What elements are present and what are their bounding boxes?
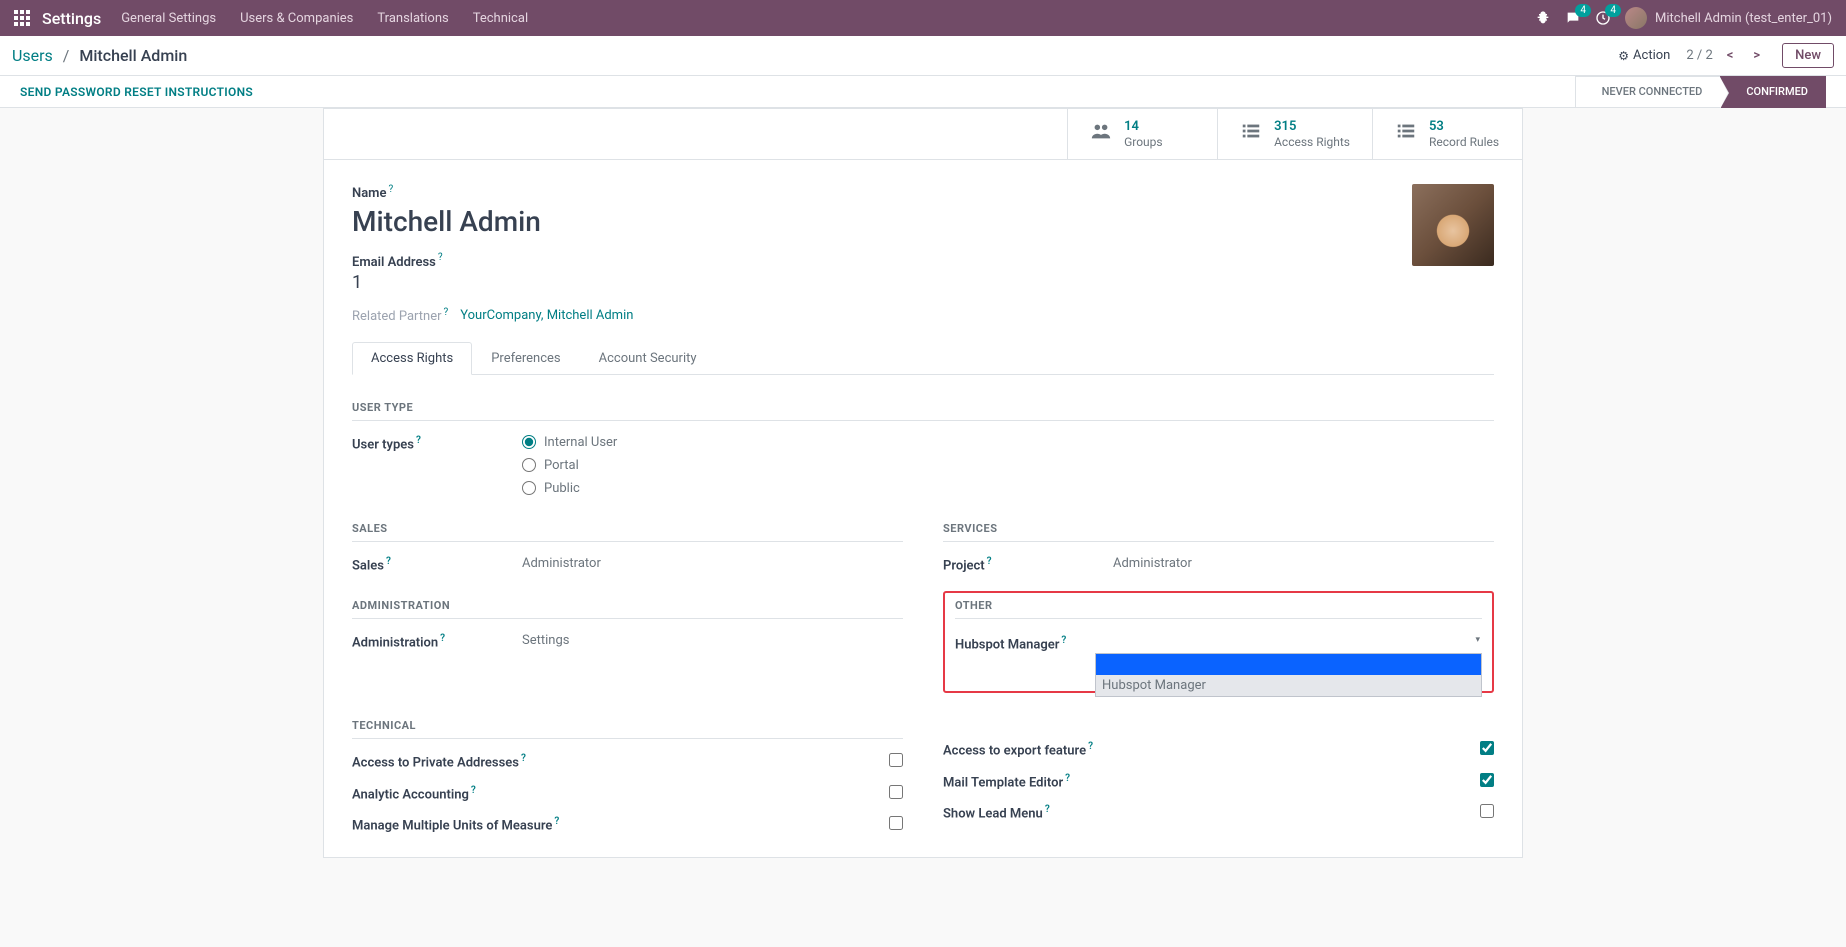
- tab-account-security[interactable]: Account Security: [580, 342, 716, 375]
- help-icon[interactable]: ?: [521, 753, 526, 764]
- help-icon[interactable]: ?: [1088, 741, 1093, 752]
- nav-translations[interactable]: Translations: [377, 11, 448, 26]
- help-icon[interactable]: ?: [438, 252, 443, 263]
- help-icon[interactable]: ?: [554, 816, 559, 827]
- tech-mail-template-checkbox[interactable]: [1480, 773, 1494, 787]
- radio-internal-user[interactable]: Internal User: [522, 435, 1494, 450]
- status-confirmed[interactable]: CONFIRMED: [1720, 76, 1826, 108]
- name-field[interactable]: Mitchell Admin: [352, 205, 1392, 238]
- other-highlight: OTHER Hubspot Manager? ▾ Hubspot Manager: [943, 591, 1494, 693]
- email-field[interactable]: 1: [352, 272, 1392, 293]
- top-nav: Settings General Settings Users & Compan…: [0, 0, 1846, 36]
- pager: 2 / 2 < >: [1686, 46, 1766, 65]
- status-bar: SEND PASSWORD RESET INSTRUCTIONS NEVER C…: [0, 76, 1846, 108]
- section-services: SERVICES: [943, 522, 1494, 542]
- breadcrumb-root[interactable]: Users: [12, 46, 53, 65]
- hubspot-dropdown-list: Hubspot Manager: [1095, 653, 1482, 697]
- section-administration: ADMINISTRATION: [352, 599, 903, 619]
- pager-text[interactable]: 2 / 2: [1686, 48, 1712, 63]
- section-sales: SALES: [352, 522, 903, 542]
- dropdown-option-blank[interactable]: [1096, 654, 1481, 675]
- form-sheet: 14 Groups 315 Access Rights 53: [323, 108, 1523, 858]
- radio-portal[interactable]: Portal: [522, 458, 1494, 473]
- section-technical: TECHNICAL: [352, 719, 903, 739]
- gear-icon: ⚙: [1618, 49, 1629, 63]
- stat-row: 14 Groups 315 Access Rights 53: [324, 109, 1522, 160]
- help-icon[interactable]: ?: [386, 556, 391, 567]
- breadcrumb: Users / Mitchell Admin: [12, 46, 187, 65]
- stat-record-rules[interactable]: 53 Record Rules: [1372, 109, 1522, 159]
- tabs: Access Rights Preferences Account Securi…: [352, 342, 1494, 375]
- send-password-reset-button[interactable]: SEND PASSWORD RESET INSTRUCTIONS: [20, 85, 253, 99]
- tech-private-addresses-checkbox[interactable]: [889, 753, 903, 767]
- help-icon[interactable]: ?: [987, 556, 992, 567]
- help-icon[interactable]: ?: [1045, 804, 1050, 815]
- user-menu[interactable]: Mitchell Admin (test_enter_01): [1625, 7, 1832, 29]
- messages-icon[interactable]: 4: [1565, 10, 1581, 26]
- tech-private-addresses-label: Access to Private Addresses: [352, 756, 519, 771]
- help-icon[interactable]: ?: [471, 785, 476, 796]
- tech-export-label: Access to export feature: [943, 744, 1086, 759]
- tech-analytic-accounting-label: Analytic Accounting: [352, 787, 469, 802]
- action-dropdown[interactable]: ⚙ Action: [1618, 48, 1670, 63]
- messages-badge: 4: [1575, 4, 1591, 17]
- avatar-icon: [1625, 7, 1647, 29]
- control-bar: Users / Mitchell Admin ⚙ Action 2 / 2 < …: [0, 36, 1846, 76]
- email-label: Email Address: [352, 255, 436, 270]
- tech-multi-uom-checkbox[interactable]: [889, 816, 903, 830]
- help-icon[interactable]: ?: [440, 633, 445, 644]
- activities-icon[interactable]: 4: [1595, 10, 1611, 26]
- section-user-type: USER TYPE: [352, 401, 1494, 421]
- nav-general-settings[interactable]: General Settings: [121, 11, 216, 26]
- stat-access-rights[interactable]: 315 Access Rights: [1217, 109, 1372, 159]
- project-select[interactable]: Administrator: [1113, 556, 1494, 571]
- chevron-down-icon: ▾: [1475, 635, 1480, 645]
- help-icon[interactable]: ?: [416, 435, 421, 446]
- new-button[interactable]: New: [1782, 43, 1834, 68]
- breadcrumb-current: Mitchell Admin: [79, 46, 187, 65]
- administration-select[interactable]: Settings: [522, 633, 903, 648]
- hubspot-manager-select[interactable]: ▾ Hubspot Manager: [1095, 633, 1482, 653]
- list-icon: [1395, 120, 1417, 147]
- bug-icon[interactable]: [1535, 10, 1551, 26]
- status-never-connected[interactable]: NEVER CONNECTED: [1575, 76, 1721, 108]
- user-label: Mitchell Admin (test_enter_01): [1655, 11, 1832, 26]
- radio-public[interactable]: Public: [522, 481, 1494, 496]
- help-icon[interactable]: ?: [1065, 773, 1070, 784]
- user-types-label: User types: [352, 437, 414, 452]
- section-other: OTHER: [955, 599, 1482, 619]
- tech-multi-uom-label: Manage Multiple Units of Measure: [352, 818, 552, 833]
- activities-badge: 4: [1605, 4, 1621, 17]
- brand-title[interactable]: Settings: [42, 9, 101, 28]
- related-partner-link[interactable]: YourCompany, Mitchell Admin: [460, 308, 633, 323]
- dropdown-option-hubspot-manager[interactable]: Hubspot Manager: [1096, 675, 1481, 696]
- groups-icon: [1090, 120, 1112, 147]
- related-partner-label: Related Partner: [352, 309, 442, 324]
- nav-users-companies[interactable]: Users & Companies: [240, 11, 353, 26]
- help-icon[interactable]: ?: [388, 184, 393, 195]
- tech-show-lead-label: Show Lead Menu: [943, 806, 1043, 821]
- pager-next-icon[interactable]: >: [1747, 46, 1766, 65]
- status-steps: NEVER CONNECTED CONFIRMED: [1575, 76, 1826, 108]
- tech-show-lead-checkbox[interactable]: [1480, 804, 1494, 818]
- help-icon[interactable]: ?: [444, 307, 449, 318]
- tech-mail-template-label: Mail Template Editor: [943, 775, 1063, 790]
- tech-export-checkbox[interactable]: [1480, 741, 1494, 755]
- nav-technical[interactable]: Technical: [473, 11, 528, 26]
- name-label: Name: [352, 186, 386, 201]
- apps-grid-icon[interactable]: [14, 10, 30, 26]
- tab-preferences[interactable]: Preferences: [472, 342, 579, 375]
- sales-label: Sales: [352, 558, 384, 573]
- tech-analytic-accounting-checkbox[interactable]: [889, 785, 903, 799]
- tab-access-rights[interactable]: Access Rights: [352, 342, 472, 375]
- help-icon[interactable]: ?: [1061, 635, 1066, 646]
- hubspot-manager-label: Hubspot Manager: [955, 637, 1059, 652]
- user-avatar[interactable]: [1412, 184, 1494, 266]
- pager-prev-icon[interactable]: <: [1721, 46, 1740, 65]
- list-icon: [1240, 120, 1262, 147]
- administration-label: Administration: [352, 636, 438, 651]
- stat-groups[interactable]: 14 Groups: [1067, 109, 1217, 159]
- sales-select[interactable]: Administrator: [522, 556, 903, 571]
- project-label: Project: [943, 558, 985, 573]
